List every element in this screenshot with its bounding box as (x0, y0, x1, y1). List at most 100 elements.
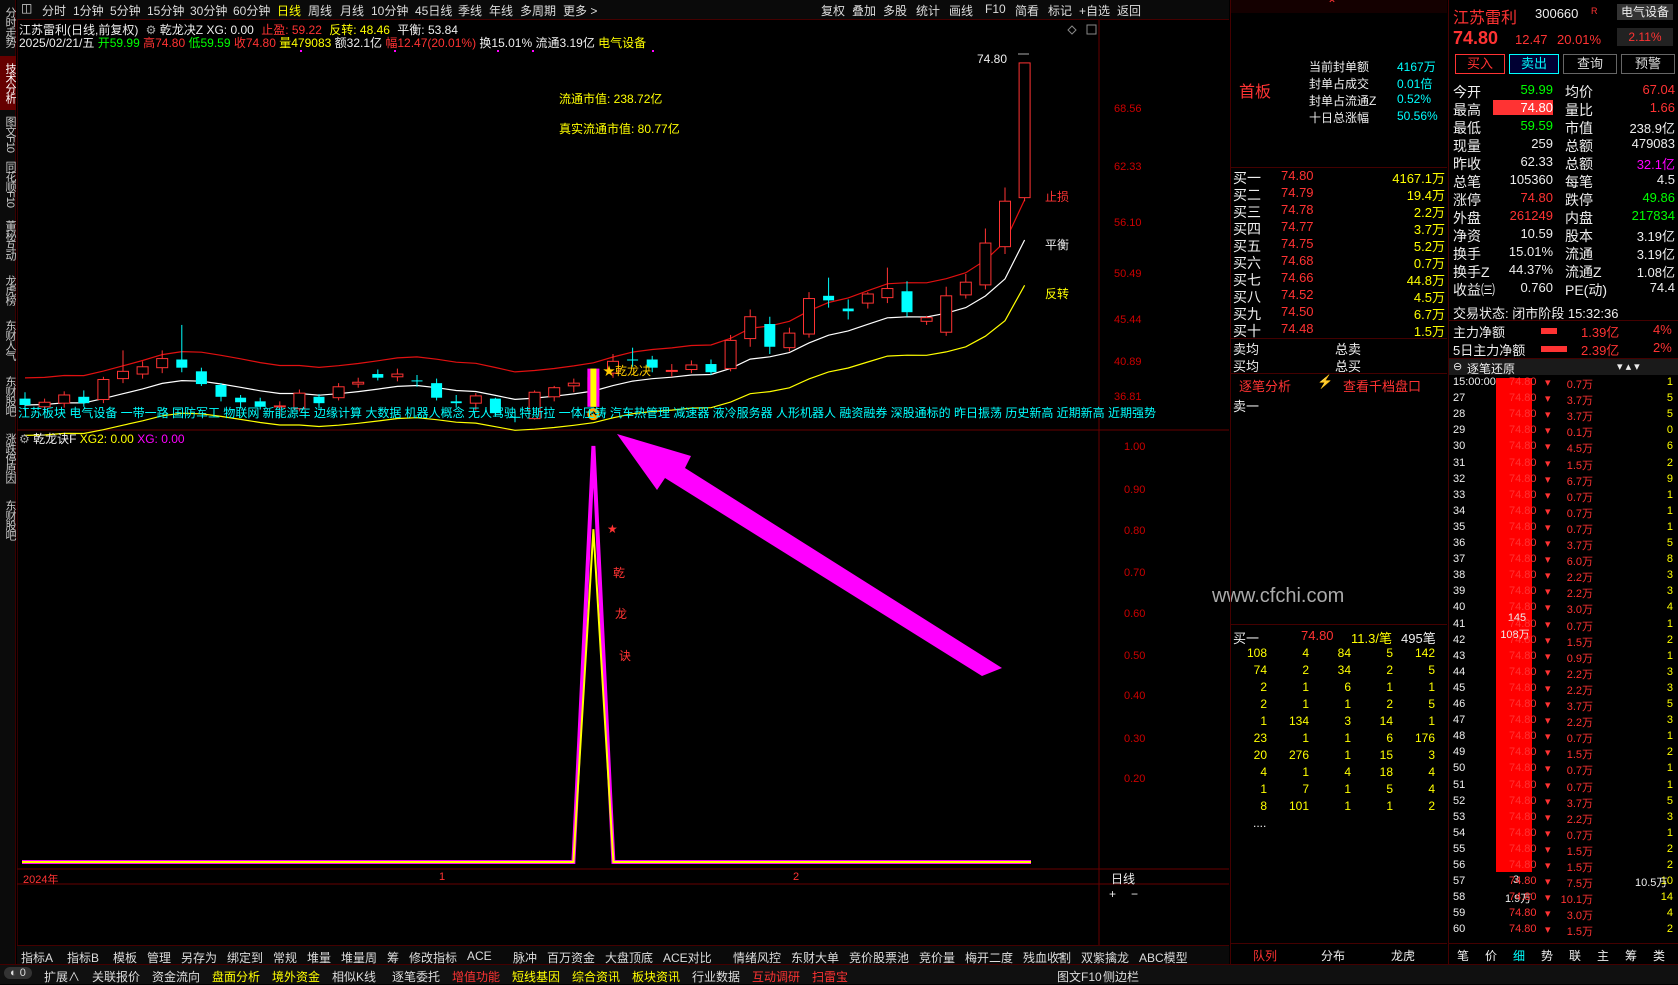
toolbar-btn[interactable]: 画线 (949, 2, 973, 19)
tick-collapse-icon[interactable]: ⊖ (1453, 360, 1462, 373)
candle-body (627, 359, 639, 361)
status-item[interactable]: 板块资讯 (632, 968, 680, 985)
toolbar-btn[interactable]: 复权 (821, 2, 845, 19)
quote-tab[interactable]: 筹 (1625, 947, 1637, 964)
tick-menu-icon[interactable]: ▾ ▴ ▾ (1617, 360, 1640, 373)
tab-queue[interactable]: 队列 (1253, 947, 1277, 964)
tab-tick-analysis[interactable]: 逐笔分析 (1239, 376, 1291, 395)
zoom-in-button[interactable]: + (1109, 887, 1116, 901)
period-tab-active[interactable]: 日线 (277, 2, 301, 19)
vtab-limit-reason[interactable]: 涨跌停原因 (0, 426, 16, 490)
sell-button[interactable]: 卖出 (1509, 54, 1559, 74)
status-item[interactable]: 图文F10 (1057, 968, 1102, 985)
status-item[interactable]: 扫雷宝 (812, 968, 848, 985)
tick-price: 74.80 (1509, 633, 1537, 646)
y-tick: 62.33 (1114, 161, 1142, 173)
period-tab[interactable]: 5分钟 (110, 2, 141, 19)
toolbar-btn[interactable]: 标记 (1048, 2, 1072, 19)
toolbar-btn[interactable]: 多股 (883, 2, 907, 19)
vtab-guba[interactable]: 东财股吧 (0, 370, 16, 422)
first-board-label: 首板 (1239, 84, 1272, 101)
tab-dragon[interactable]: 龙虎 (1391, 947, 1415, 964)
indicator-tab[interactable]: ACE (467, 949, 492, 963)
period-tab[interactable]: 10分钟 (371, 2, 408, 19)
tick-arrow: ▾ (1545, 377, 1551, 389)
vtab-ths-f10[interactable]: 同花顺F10 (0, 158, 16, 210)
toolbar-btn[interactable]: F10 (985, 2, 1006, 16)
status-item[interactable]: 逐笔委托 (392, 968, 440, 985)
status-item[interactable]: 综合资讯 (572, 968, 620, 985)
period-tab[interactable]: 30分钟 (190, 2, 227, 19)
vtab-f10[interactable]: 图文F10 (0, 114, 16, 154)
queue-cell: 4 (1428, 782, 1435, 796)
stat-value: 105360 (1509, 172, 1553, 187)
toolbar-btn[interactable]: 统计 (916, 2, 940, 19)
status-item[interactable]: 资金流向 (152, 968, 200, 985)
status-item[interactable]: 互动调研 (752, 968, 800, 985)
toolbar-btn[interactable]: 返回 (1117, 2, 1141, 19)
sub-indicator-name[interactable]: 乾龙诀F (33, 432, 76, 446)
status-item[interactable]: 境外资金 (272, 968, 320, 985)
tick-count: 4 (1666, 601, 1673, 614)
quote-tab[interactable]: 笔 (1457, 947, 1469, 964)
tick-arrow: ▾ (1545, 393, 1551, 406)
toolbar-btn[interactable]: +自选 (1079, 2, 1110, 19)
alert-button[interactable]: 预警 (1621, 54, 1675, 74)
annot-float-cap: 流通市值: 238.72亿 (559, 92, 663, 106)
period-tab[interactable]: 季线 (458, 2, 482, 19)
stat-value: 74.4 (1649, 280, 1675, 295)
sub-settings-icon[interactable]: ⚙ (19, 432, 30, 446)
tab-thousand-depth[interactable]: 查看千档盘口 (1343, 376, 1421, 395)
quote-tab[interactable]: 类 (1653, 947, 1665, 964)
queue-cell: 1 (1302, 697, 1309, 711)
quote-tab[interactable]: 势 (1541, 947, 1553, 964)
period-tab[interactable]: 月线 (340, 2, 364, 19)
sector-button[interactable]: 电气设备 (1617, 4, 1673, 20)
zoom-out-button[interactable]: − (1131, 887, 1138, 901)
toolbar-btn[interactable]: 简看 (1015, 2, 1039, 19)
quote-tab[interactable]: 联 (1569, 947, 1581, 964)
signal-line-outer (22, 445, 1031, 864)
period-tab[interactable]: 45日线 (415, 2, 452, 19)
tab-distribution[interactable]: 分布 (1321, 947, 1345, 964)
more-periods[interactable]: 更多 > (563, 2, 597, 19)
status-item[interactable]: 行业数据 (692, 968, 740, 985)
queue-cell: 1 (1428, 714, 1435, 728)
collapse-icon[interactable]: ⌃ (1327, 0, 1337, 11)
status-item[interactable]: 短线基因 (512, 968, 560, 985)
collapse-bar[interactable]: ⌃ (1231, 0, 1447, 13)
buy-button[interactable]: 买入 (1455, 54, 1505, 74)
chart-area[interactable]: 江苏雷利(日线,前复权) ⚙ 乾龙决Z XG: 0.00 止盈: 59.22 反… (17, 20, 1344, 946)
vtab-secretary[interactable]: 董秘互动 (0, 214, 16, 266)
status-item[interactable]: 扩展∧ (44, 968, 80, 985)
vtab-dragon-tiger[interactable]: 龙虎榜 (0, 270, 16, 310)
status-item[interactable]: 相似K线 (332, 968, 376, 985)
quote-tab[interactable]: 价 (1485, 947, 1497, 964)
quote-tab[interactable]: 细 (1513, 947, 1525, 964)
query-button[interactable]: 查询 (1563, 54, 1617, 74)
vtab-popularity[interactable]: 东财人气 (0, 314, 16, 366)
period-tab[interactable]: 1分钟 (73, 2, 104, 19)
status-item[interactable]: 增值功能 (452, 968, 500, 985)
period-tab[interactable]: 年线 (489, 2, 513, 19)
status-item[interactable]: 侧边栏 (1103, 968, 1139, 985)
period-tab[interactable]: 分时 (42, 2, 66, 19)
concept-tags[interactable]: 江苏板块 电气设备 一带一路 国防军工 物联网 新能源车 边缘计算 大数据 机器… (18, 404, 1156, 421)
toolbar-btn[interactable]: 叠加 (852, 2, 876, 19)
period-tab[interactable]: 60分钟 (233, 2, 270, 19)
more-indicators-icon[interactable]: > (1057, 949, 1064, 963)
status-item[interactable]: 盘面分析 (212, 968, 260, 985)
toggle-switch[interactable]: ◐ 0 (4, 967, 32, 979)
vtab-timeshare[interactable]: 分时走势 (0, 2, 16, 52)
period-tab[interactable]: 多周期 (520, 2, 556, 19)
divider (1449, 320, 1678, 321)
period-tab[interactable]: 周线 (308, 2, 332, 19)
tick-volume: 2.2万 (1566, 572, 1593, 585)
queue-cell: 84 (1337, 646, 1351, 660)
vtab-guba2[interactable]: 东财股吧 (0, 494, 16, 546)
vtab-tech-analysis[interactable]: 技术分析 (0, 56, 16, 110)
period-tab[interactable]: 15分钟 (147, 2, 184, 19)
menu-icon[interactable]: ◫ (21, 1, 32, 15)
status-item[interactable]: 关联报价 (92, 968, 140, 985)
quote-tab[interactable]: 主 (1597, 947, 1609, 964)
